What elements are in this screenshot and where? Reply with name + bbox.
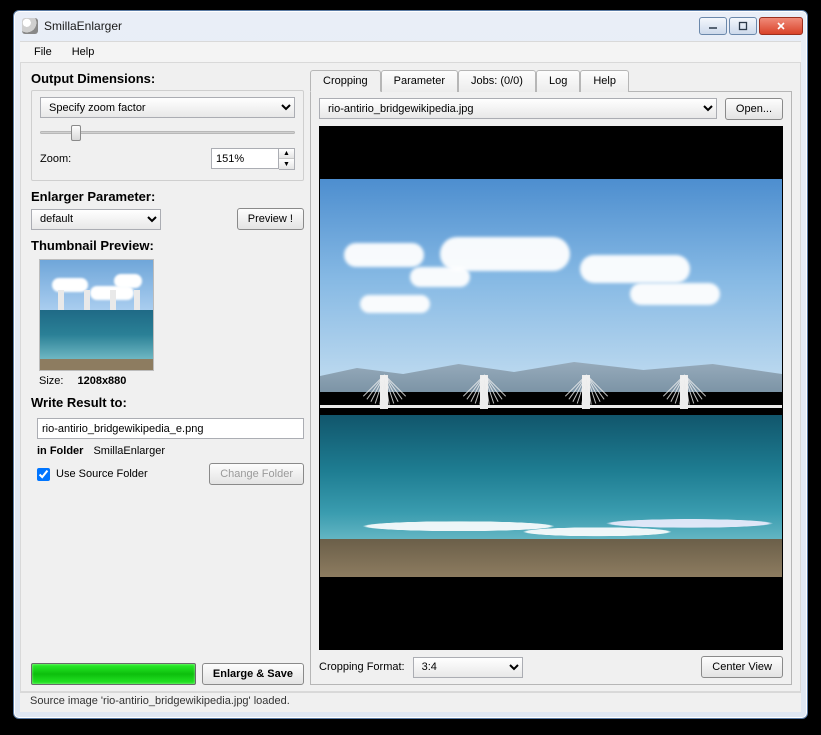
tab-cropping[interactable]: Cropping [310, 70, 381, 92]
zoom-label: Zoom: [40, 153, 71, 165]
menu-help[interactable]: Help [64, 44, 103, 60]
change-folder-button[interactable]: Change Folder [209, 463, 304, 485]
size-value: 1208x880 [77, 375, 126, 387]
center-view-button[interactable]: Center View [701, 656, 783, 678]
image-preview[interactable] [319, 126, 783, 650]
cropping-format-label: Cropping Format: [319, 661, 405, 673]
tab-log[interactable]: Log [536, 70, 580, 92]
tab-jobs[interactable]: Jobs: (0/0) [458, 70, 536, 92]
window-title: SmillaEnlarger [44, 19, 699, 33]
tab-help[interactable]: Help [580, 70, 629, 92]
open-button[interactable]: Open... [725, 98, 783, 120]
titlebar: SmillaEnlarger [14, 11, 807, 41]
zoom-slider[interactable] [40, 122, 295, 142]
maximize-button[interactable] [729, 17, 757, 35]
size-label: Size: [39, 375, 63, 387]
tab-bar: Cropping Parameter Jobs: (0/0) Log Help [310, 69, 792, 91]
menu-file[interactable]: File [26, 44, 60, 60]
close-button[interactable] [759, 17, 803, 35]
output-dimensions-group: Specify zoom factor Zoom: ▲▼ [31, 90, 304, 181]
app-icon [22, 18, 38, 34]
parameter-select[interactable]: default [31, 209, 161, 230]
output-filename-input[interactable] [37, 418, 304, 439]
use-source-folder-checkbox[interactable] [37, 468, 50, 481]
zoom-input[interactable] [211, 148, 279, 169]
image-select[interactable]: rio-antirio_bridgewikipedia.jpg [319, 98, 717, 119]
enlarger-parameter-heading: Enlarger Parameter: [31, 189, 304, 204]
tab-panel-cropping: rio-antirio_bridgewikipedia.jpg Open... [310, 91, 792, 685]
output-dimensions-heading: Output Dimensions: [31, 71, 304, 86]
left-panel: Output Dimensions: Specify zoom factor Z… [21, 63, 308, 691]
progress-bar [31, 663, 196, 685]
thumbnail-heading: Thumbnail Preview: [31, 238, 304, 253]
window: SmillaEnlarger File Help Output Dimensio… [13, 10, 808, 719]
folder-name: SmillaEnlarger [93, 445, 165, 457]
thumbnail-preview [39, 259, 154, 371]
preview-button[interactable]: Preview ! [237, 208, 304, 230]
output-mode-select[interactable]: Specify zoom factor [40, 97, 295, 118]
menubar: File Help [20, 41, 801, 63]
in-folder-label: in Folder [37, 445, 83, 457]
minimize-button[interactable] [699, 17, 727, 35]
status-bar: Source image 'rio-antirio_bridgewikipedi… [20, 692, 801, 712]
cropping-format-select[interactable]: 3:4 [413, 657, 523, 678]
use-source-folder-label: Use Source Folder [56, 468, 148, 480]
tab-parameter[interactable]: Parameter [381, 70, 458, 92]
zoom-spinner[interactable]: ▲▼ [279, 148, 295, 170]
right-panel: Cropping Parameter Jobs: (0/0) Log Help … [308, 63, 800, 691]
write-result-heading: Write Result to: [31, 395, 304, 410]
enlarge-save-button[interactable]: Enlarge & Save [202, 663, 304, 685]
